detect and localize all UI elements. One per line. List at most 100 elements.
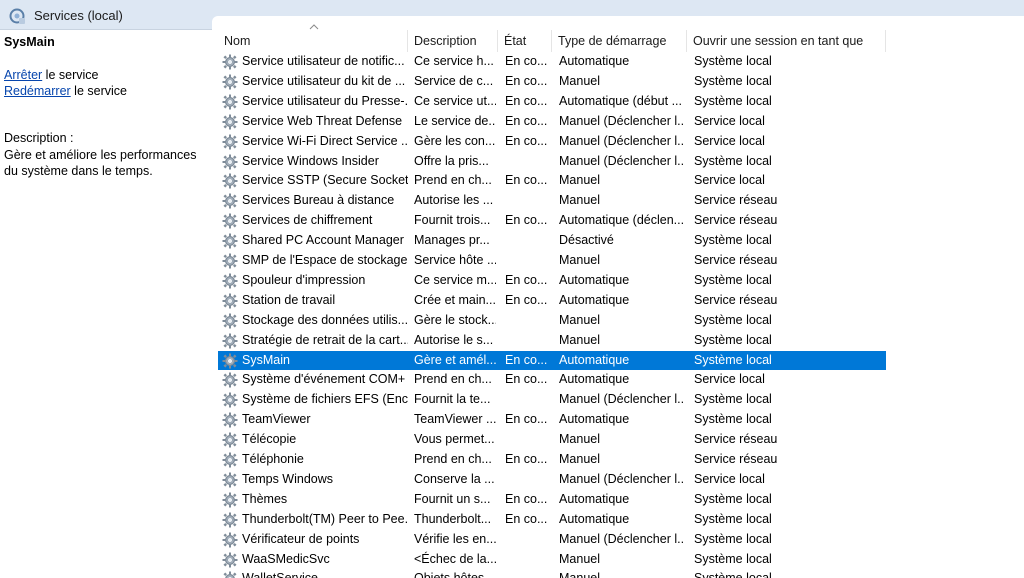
service-row[interactable]: WalletService Objets hôtes... Manuel Systèm…	[218, 569, 886, 578]
service-startup-type: Automatique	[559, 511, 630, 526]
service-startup-type: Manuel	[559, 569, 685, 578]
column-header: Nom Description État Type de démarrage O…	[218, 30, 1024, 52]
gear-icon	[222, 372, 238, 388]
service-startup-type: Manuel	[559, 253, 600, 267]
service-name: WaaSMedicSvc	[242, 551, 330, 566]
service-logon-as: Système local	[694, 153, 772, 168]
service-startup-type: Automatique	[559, 272, 630, 287]
service-row[interactable]: Service Wi-Fi Direct Service ... Gère les…	[218, 132, 886, 152]
service-row[interactable]: Service utilisateur du kit de ... Service…	[218, 72, 886, 92]
service-startup-type: Manuel (Déclencher l...	[559, 133, 685, 148]
service-state: En co...	[505, 93, 548, 108]
column-header-logon-as[interactable]: Ouvrir une session en tant que	[687, 30, 886, 52]
services-icon	[9, 8, 25, 24]
service-logon-as: Système local	[694, 93, 772, 108]
column-header-description[interactable]: Description	[408, 30, 498, 52]
service-row[interactable]: WaaSMedicSvc <Échec de la... Manuel Système…	[218, 550, 886, 570]
service-state	[505, 152, 551, 172]
service-startup-type: Manuel (Déclencher l...	[559, 471, 685, 486]
service-state	[505, 251, 551, 271]
service-logon-as: Service local	[694, 372, 765, 387]
gear-icon	[222, 273, 238, 289]
service-name: Service utilisateur du Presse-...	[242, 93, 408, 108]
service-name: Shared PC Account Manager	[242, 233, 404, 248]
service-row[interactable]: Shared PC Account Manager Manages pr... Dé…	[218, 231, 886, 251]
description-text: Gère et améliore les performances du sys…	[4, 148, 197, 178]
service-state	[505, 530, 551, 550]
gear-icon	[222, 452, 238, 468]
service-row[interactable]: Service utilisateur de notific... Ce serv…	[218, 52, 886, 72]
service-startup-type: Manuel (Déclencher l...	[559, 531, 685, 546]
gear-icon	[222, 293, 238, 309]
gear-icon	[222, 353, 238, 369]
service-row[interactable]: Services Bureau à distance Autorise les .…	[218, 191, 886, 211]
service-startup-type: Manuel	[559, 452, 600, 466]
service-state: En co...	[505, 133, 548, 148]
service-state	[505, 311, 551, 331]
service-row[interactable]: Télécopie Vous permet... Manuel Service rés…	[218, 430, 886, 450]
service-row[interactable]: Téléphonie Prend en ch... En co... Manuel Se…	[218, 450, 886, 470]
service-row[interactable]: Stockage des données utilis... Gère le st…	[218, 311, 886, 331]
service-description: Ce service ut...	[414, 93, 496, 108]
service-name: SysMain	[242, 352, 290, 367]
service-startup-type: Manuel (Déclencher l...	[559, 392, 685, 407]
column-header-state[interactable]: État	[498, 30, 552, 52]
service-row[interactable]: Service Windows Insider Offre la pris... M…	[218, 152, 886, 172]
service-name: Services de chiffrement	[242, 213, 373, 228]
gear-icon	[222, 333, 238, 349]
service-row[interactable]: TeamViewer TeamViewer ... En co... Automati…	[218, 410, 886, 430]
service-startup-type: Manuel	[559, 193, 600, 208]
stop-service-link[interactable]: Arrêter	[4, 68, 42, 82]
service-row[interactable]: Spouleur d'impression Ce service m... En c…	[218, 271, 886, 291]
window-title: Services (local)	[34, 8, 123, 23]
service-row[interactable]: Station de travail Crée et main... En co..…	[218, 291, 886, 311]
service-name: Service Wi-Fi Direct Service ...	[242, 133, 408, 148]
service-row[interactable]: Stratégie de retrait de la cart... Autori…	[218, 331, 886, 351]
service-startup-type: Automatique (début ...	[559, 93, 682, 108]
service-name: Télécopie	[242, 432, 297, 447]
column-header-name[interactable]: Nom	[218, 30, 408, 52]
gear-icon	[222, 313, 238, 329]
service-row[interactable]: SysMain Gère et amél... En co... Automatiqu…	[218, 350, 886, 371]
gear-icon	[222, 213, 238, 229]
service-row[interactable]: Service SSTP (Secure Socket ... Prend en …	[218, 171, 886, 191]
gear-icon	[222, 173, 238, 189]
gear-icon	[222, 253, 238, 269]
service-logon-as: Système local	[694, 511, 772, 526]
service-name: Station de travail	[242, 292, 336, 307]
service-row[interactable]: Système de fichiers EFS (Encr... Fournit …	[218, 390, 886, 410]
service-state: En co...	[505, 54, 548, 68]
service-description: Crée et main...	[414, 292, 496, 307]
service-name: Thèmes	[242, 491, 288, 506]
stop-service-action: Arrêter le service	[4, 68, 98, 82]
restart-service-link[interactable]: Redémarrer	[4, 84, 71, 98]
gear-icon	[222, 74, 238, 90]
service-row[interactable]: Thèmes Fournit un s... En co... Automatique…	[218, 490, 886, 510]
service-logon-as: Système local	[694, 73, 772, 88]
service-row[interactable]: SMP de l'Espace de stockage... Service hô…	[218, 251, 886, 271]
service-startup-type: Manuel (Déclencher l...	[559, 153, 685, 168]
column-header-startup-type[interactable]: Type de démarrage	[552, 30, 687, 52]
service-logon-as: Service local	[694, 113, 765, 128]
service-row[interactable]: Système d'événement COM+ Prend en ch... En…	[218, 370, 886, 390]
service-description: Service de c...	[414, 73, 494, 88]
service-row[interactable]: Vérificateur de points Vérifie les en... M…	[218, 530, 886, 550]
service-row[interactable]: Thunderbolt(TM) Peer to Pee... Thunderbol…	[218, 510, 886, 530]
service-startup-type: Manuel	[559, 73, 600, 88]
service-row[interactable]: Services de chiffrement Fournit trois... E…	[218, 211, 886, 231]
service-name: Service utilisateur de notific...	[242, 54, 405, 68]
service-row[interactable]: Service Web Threat Defense Le service de.…	[218, 112, 886, 132]
service-state	[505, 569, 551, 578]
service-logon-as: Service réseau	[694, 213, 778, 228]
service-description: Ce service m...	[414, 272, 496, 287]
service-logon-as: Service réseau	[694, 432, 778, 447]
gear-icon	[222, 154, 238, 170]
service-row[interactable]: Service utilisateur du Presse-... Ce serv…	[218, 92, 886, 112]
gear-icon	[222, 552, 238, 568]
service-logon-as: Service réseau	[694, 452, 778, 466]
gear-icon	[222, 392, 238, 408]
service-description: Autorise le s...	[414, 332, 494, 347]
service-logon-as: Système local	[694, 569, 884, 578]
service-row[interactable]: Temps Windows Conserve la ... Manuel (Décl…	[218, 470, 886, 490]
service-state: En co...	[505, 113, 548, 128]
